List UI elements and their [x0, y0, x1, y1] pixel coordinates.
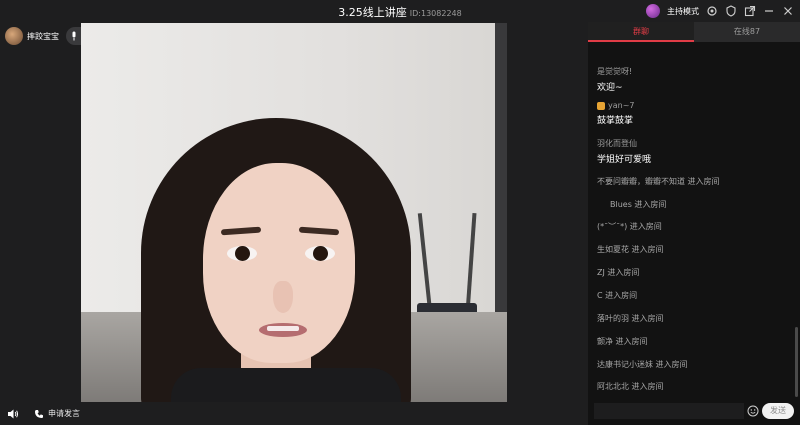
- popout-icon[interactable]: [744, 5, 756, 17]
- title-bar-controls: 主持模式: [646, 4, 794, 18]
- host-name: 摔跤宝宝: [27, 31, 59, 41]
- room-id: ID:13082248: [409, 9, 462, 18]
- join-event: C 进入房间: [597, 291, 638, 300]
- apply-to-speak-button[interactable]: 申请发言: [34, 408, 80, 419]
- join-event: 生如夏花 进入房间: [597, 245, 664, 254]
- speaker-icon[interactable]: [7, 408, 19, 420]
- join-event: (*¯︶¯*) 进入房间: [597, 222, 662, 231]
- chat-message: 羽化而登仙 学姐好可爱哦: [597, 138, 797, 165]
- presenter-teeth: [267, 326, 299, 331]
- close-icon[interactable]: [782, 5, 794, 17]
- shield-icon[interactable]: [725, 5, 737, 17]
- chat-tabs: 群聊 在线87: [588, 22, 800, 42]
- phone-icon: [35, 409, 43, 418]
- chat-text: 欢迎~: [597, 83, 623, 93]
- host-avatar-image: [5, 27, 23, 45]
- join-event: Blues 进入房间: [610, 200, 667, 209]
- chat-username: 是觉觉呀!: [597, 67, 633, 76]
- title-bar: 3.25线上讲座 ID:13082248 主持模式: [0, 0, 800, 22]
- presenter-nose: [273, 281, 293, 313]
- join-event: 达康书记小迷妹 进入房间: [597, 360, 688, 369]
- join-event: 阿北北北 进入房间: [597, 382, 664, 391]
- bottom-bar: 申请发言: [0, 405, 588, 425]
- chat-panel: 群聊 在线87 是觉觉呀! 欢迎~ yan~7 鼓掌鼓掌 羽化而登仙 学姐好可爱…: [588, 22, 800, 425]
- user-badge-icon: [597, 101, 605, 110]
- settings-icon[interactable]: [706, 5, 718, 17]
- chat-message: yan~7 鼓掌鼓掌: [597, 101, 797, 126]
- tab-online[interactable]: 在线87: [694, 22, 800, 42]
- chat-username-row: yan~7: [597, 101, 797, 110]
- room-title: 3.25线上讲座: [338, 6, 407, 19]
- microphone-icon: [72, 31, 76, 41]
- join-event: ZJ 进入房间: [597, 268, 640, 277]
- host-avatar[interactable]: [646, 4, 660, 18]
- chat-scrollbar[interactable]: [795, 327, 798, 397]
- presenter-shirt: [171, 368, 401, 402]
- presenter-pupil: [235, 246, 250, 261]
- video-pane: 摔跤宝宝 接麦: [0, 22, 588, 405]
- minimize-icon[interactable]: [763, 5, 775, 17]
- presenter-pupil: [313, 246, 328, 261]
- emoji-icon[interactable]: [747, 405, 759, 417]
- chat-text: 学姐好可爱哦: [597, 155, 652, 165]
- chat-text: 鼓掌鼓掌: [597, 116, 634, 126]
- join-event: 落叶的羽 进入房间: [597, 314, 664, 323]
- apply-to-speak-label: 申请发言: [48, 409, 80, 418]
- video-stream[interactable]: [81, 23, 507, 402]
- host-mode-label[interactable]: 主持模式: [667, 6, 699, 17]
- chat-message: 是觉觉呀! 欢迎~: [597, 66, 797, 93]
- app-window: 3.25线上讲座ID:13082248 主持模式 摔跤宝宝 接麦: [0, 0, 800, 425]
- send-button[interactable]: 发送: [762, 403, 794, 419]
- chat-username: yan~7: [608, 101, 635, 110]
- chat-username: 羽化而登仙: [597, 139, 637, 148]
- tab-group-chat[interactable]: 群聊: [588, 22, 694, 42]
- composer: 发送: [594, 403, 794, 419]
- join-event: 不要问瓣瓣，瓣瓣不知道 进入房间: [597, 177, 720, 186]
- join-event: 颤净 进入房间: [597, 337, 648, 346]
- host-chip[interactable]: 摔跤宝宝: [5, 27, 59, 45]
- chat-input[interactable]: [594, 403, 744, 419]
